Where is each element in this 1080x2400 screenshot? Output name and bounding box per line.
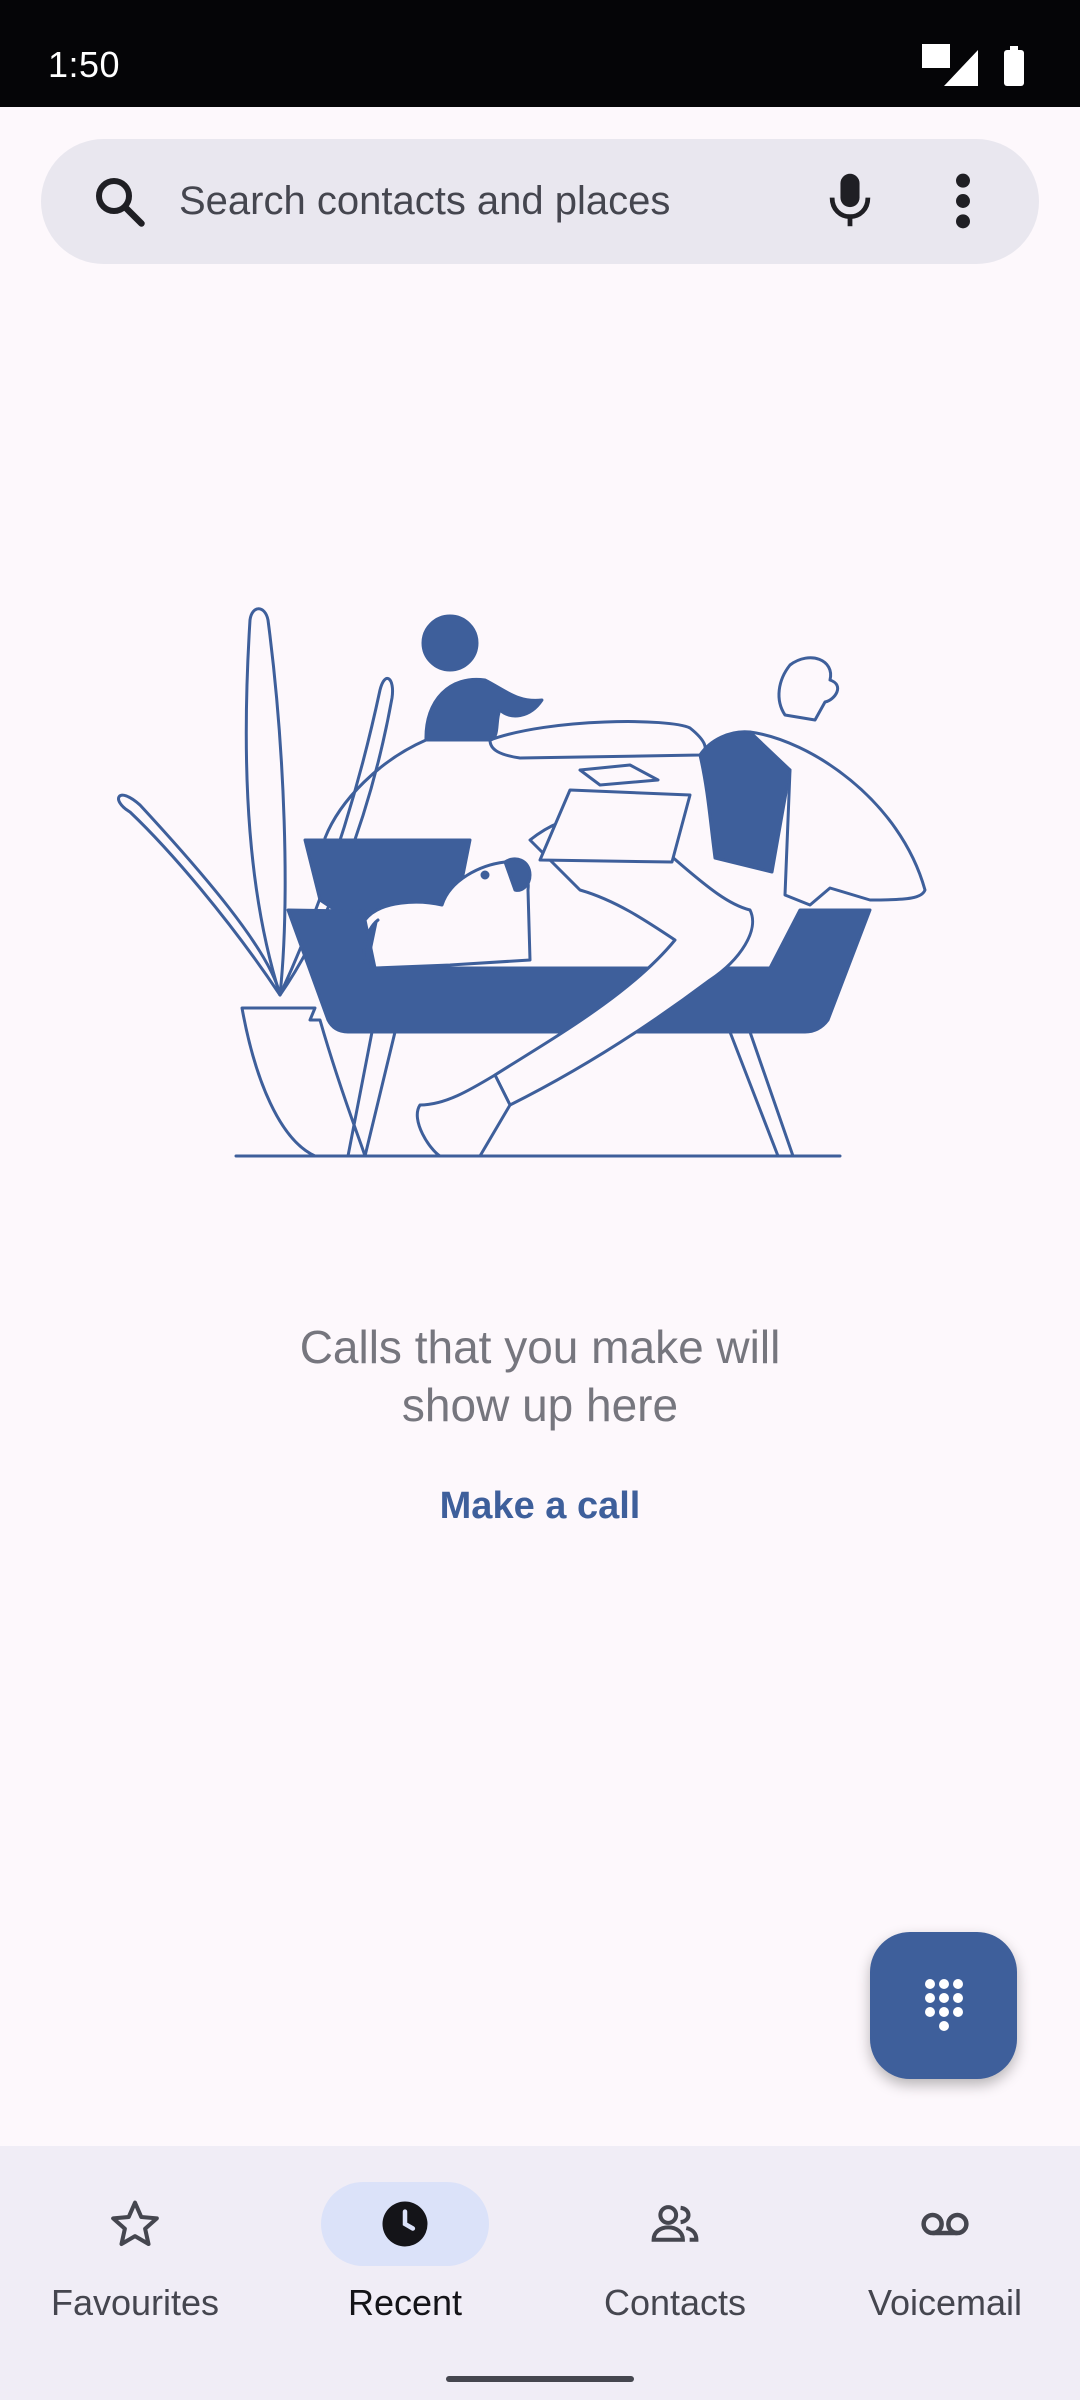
bottom-navigation: Favourites Recent Contacts Voicemail — [0, 2146, 1080, 2400]
nav-item-recent[interactable]: Recent — [270, 2176, 540, 2336]
empty-state-illustration — [117, 607, 927, 1158]
more-options-icon[interactable] — [948, 169, 978, 233]
nav-item-voicemail[interactable]: Voicemail — [810, 2176, 1080, 2336]
nav-item-favourites[interactable]: Favourites — [0, 2176, 270, 2336]
search-input[interactable]: Search contacts and places — [179, 179, 670, 224]
gesture-handle[interactable] — [446, 2376, 634, 2382]
notification-icon — [922, 44, 950, 68]
nav-label-contacts: Contacts — [603, 2282, 747, 2323]
people-icon — [651, 2205, 699, 2242]
voicemail-icon — [921, 2212, 969, 2236]
mic-icon[interactable] — [821, 169, 879, 231]
make-a-call-button[interactable]: Make a call — [390, 1485, 690, 1528]
status-bar: 1:50 — [0, 0, 1080, 107]
empty-state-message: Calls that you make will show up here — [299, 1321, 781, 1431]
clock-icon — [382, 2201, 428, 2247]
battery-icon — [1004, 46, 1024, 86]
status-icons — [922, 44, 1032, 88]
star-icon — [111, 2200, 159, 2247]
dialpad-button[interactable] — [870, 1932, 1017, 2079]
nav-label-voicemail: Voicemail — [867, 2282, 1023, 2323]
search-bar[interactable]: Search contacts and places — [41, 139, 1039, 264]
nav-label-recent: Recent — [347, 2282, 463, 2323]
search-icon — [96, 178, 145, 227]
nav-item-contacts[interactable]: Contacts — [540, 2176, 810, 2336]
status-time: 1:50 — [48, 44, 121, 85]
dialpad-icon — [925, 1979, 963, 2031]
nav-label-favourites: Favourites — [50, 2282, 220, 2323]
